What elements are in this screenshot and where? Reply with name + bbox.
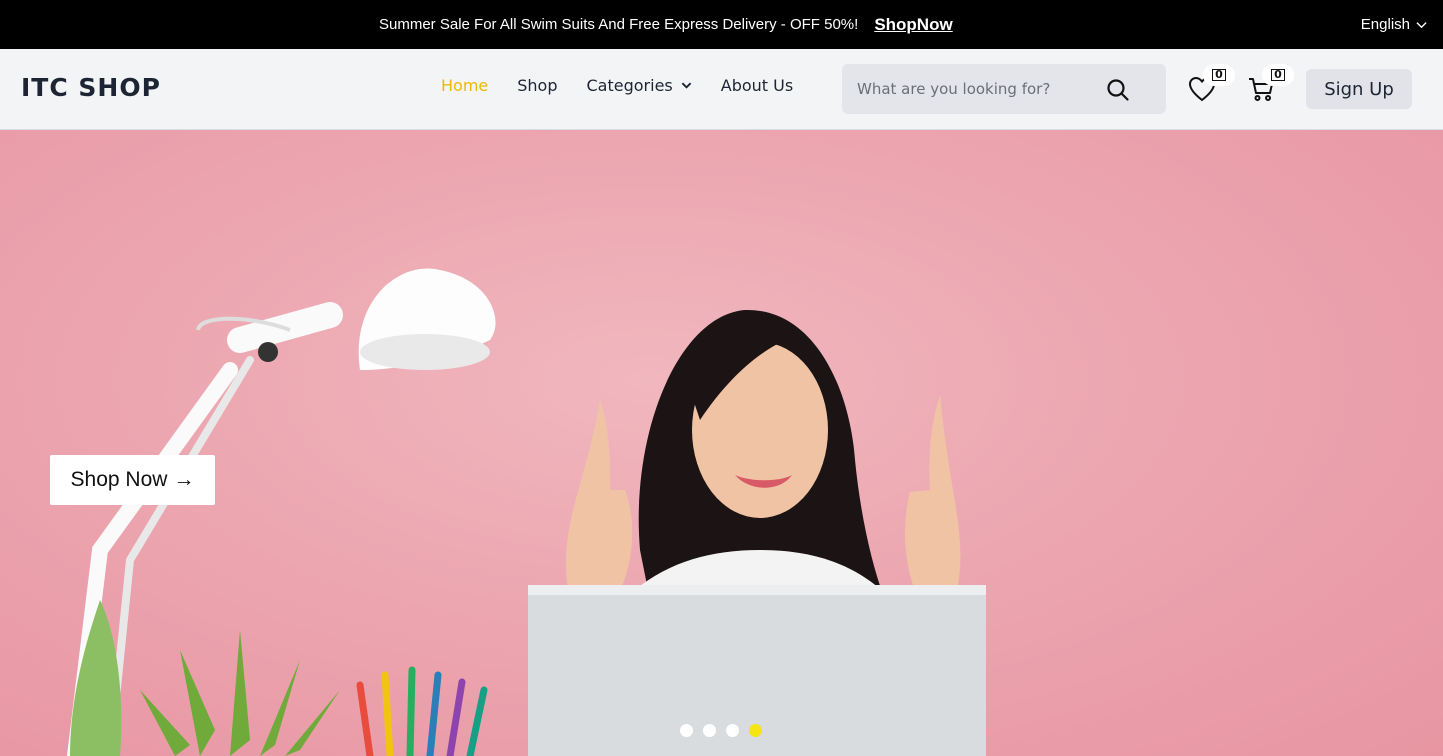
nav-categories-label: Categories [586, 76, 673, 95]
cart-button[interactable]: 0 [1246, 64, 1294, 104]
site-logo[interactable]: ITC SHOP [21, 73, 161, 102]
nav-categories[interactable]: Categories [587, 76, 692, 95]
language-label: English [1360, 16, 1410, 33]
shop-now-button[interactable]: Shop Now → [50, 455, 215, 505]
shop-now-label: Shop Now [70, 468, 168, 491]
promo-message: Summer Sale For All Swim Suits And Free … [379, 0, 953, 49]
slider-dot-3[interactable] [726, 724, 739, 737]
site-header: ITC SHOP Home Shop Categories About Us 0 [0, 49, 1443, 130]
promo-bar: Summer Sale For All Swim Suits And Free … [0, 0, 1443, 49]
wishlist-count: 0 [1212, 69, 1226, 81]
search-box [842, 64, 1166, 114]
nav-home[interactable]: Home [441, 76, 488, 95]
search-input[interactable] [857, 64, 1097, 114]
language-selector[interactable]: English [1361, 0, 1427, 49]
wishlist-count-badge: 0 [1203, 64, 1235, 86]
promo-text: Summer Sale For All Swim Suits And Free … [379, 16, 859, 33]
main-nav: Home Shop Categories About Us [441, 76, 793, 95]
desk-lamp-graphic [67, 268, 496, 756]
slider-dot-1[interactable] [680, 724, 693, 737]
plant-graphic [70, 600, 340, 756]
pencils-graphic [356, 666, 488, 756]
nav-shop-label: Shop [517, 76, 558, 95]
nav-about-label: About Us [720, 76, 794, 95]
search-icon[interactable] [1106, 78, 1130, 102]
hero-banner: Shop Now → [0, 130, 1443, 756]
chevron-down-icon [1416, 22, 1427, 29]
nav-home-label: Home [441, 76, 489, 95]
nav-shop[interactable]: Shop [517, 76, 557, 95]
cart-count: 0 [1271, 69, 1285, 81]
chevron-down-icon [681, 82, 692, 89]
slider-dots [680, 724, 762, 737]
cart-count-badge: 0 [1262, 64, 1294, 86]
sign-up-button[interactable]: Sign Up [1306, 69, 1412, 109]
wishlist-button[interactable]: 0 [1187, 64, 1235, 104]
slider-dot-2[interactable] [703, 724, 716, 737]
hero-image [67, 268, 986, 756]
promo-shop-now-link[interactable]: ShopNow [874, 15, 952, 35]
slider-dot-4[interactable] [749, 724, 762, 737]
nav-about-us[interactable]: About Us [721, 76, 793, 95]
arrow-right-icon: → [173, 468, 195, 491]
